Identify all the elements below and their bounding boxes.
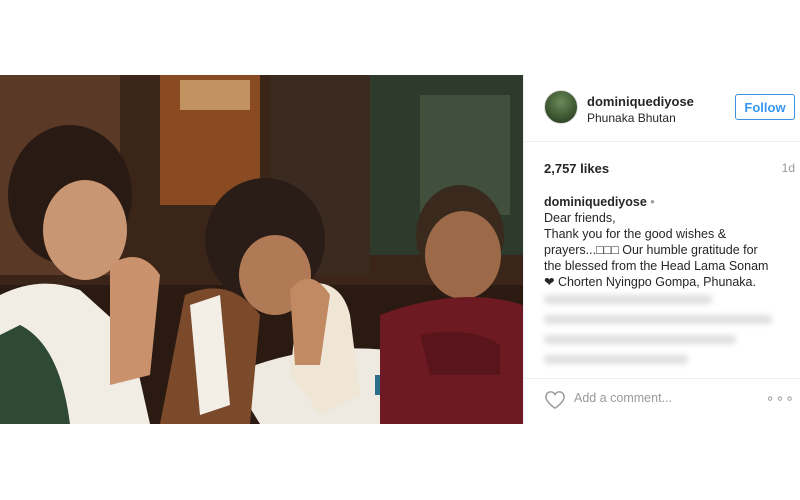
avatar[interactable] bbox=[544, 90, 578, 124]
caption-line: Thank you for the good wishes & bbox=[544, 227, 727, 241]
blurred-line bbox=[544, 295, 712, 304]
blurred-comments bbox=[544, 295, 784, 375]
more-options-icon[interactable]: ∘∘∘ bbox=[766, 390, 795, 407]
photo-illustration bbox=[0, 75, 523, 424]
blurred-line bbox=[544, 335, 736, 344]
caption-line: prayers...□□□ Our humble gratitude for bbox=[544, 243, 758, 257]
likes-count[interactable]: 2,757 likes bbox=[544, 161, 609, 176]
follow-button[interactable]: Follow bbox=[735, 94, 795, 120]
post-caption: dominiquediyose • Dear friends, Thank yo… bbox=[544, 194, 789, 290]
blurred-line bbox=[544, 315, 772, 324]
post-header: dominiquediyose Phunaka Bhutan Follow bbox=[524, 75, 800, 142]
caption-separator-dot: • bbox=[650, 195, 655, 209]
caption-username[interactable]: dominiquediyose bbox=[544, 195, 647, 209]
caption-line: ❤ Chorten Nyingpo Gompa, Phunaka. bbox=[544, 275, 756, 289]
blurred-line bbox=[544, 355, 688, 364]
caption-line: Dear friends, bbox=[544, 211, 616, 225]
post-photo[interactable] bbox=[0, 75, 523, 424]
caption-line: the blessed from the Head Lama Sonam bbox=[544, 259, 769, 273]
post-footer: Add a comment... ∘∘∘ bbox=[524, 378, 800, 417]
post-location[interactable]: Phunaka Bhutan bbox=[587, 111, 676, 125]
author-username[interactable]: dominiquediyose bbox=[587, 94, 694, 109]
post-age[interactable]: 1d bbox=[782, 161, 795, 175]
comment-input[interactable]: Add a comment... bbox=[574, 391, 672, 405]
post-side-panel: dominiquediyose Phunaka Bhutan Follow 2,… bbox=[523, 75, 800, 424]
instagram-post: dominiquediyose Phunaka Bhutan Follow 2,… bbox=[0, 75, 800, 424]
heart-outline-icon[interactable] bbox=[544, 390, 566, 410]
